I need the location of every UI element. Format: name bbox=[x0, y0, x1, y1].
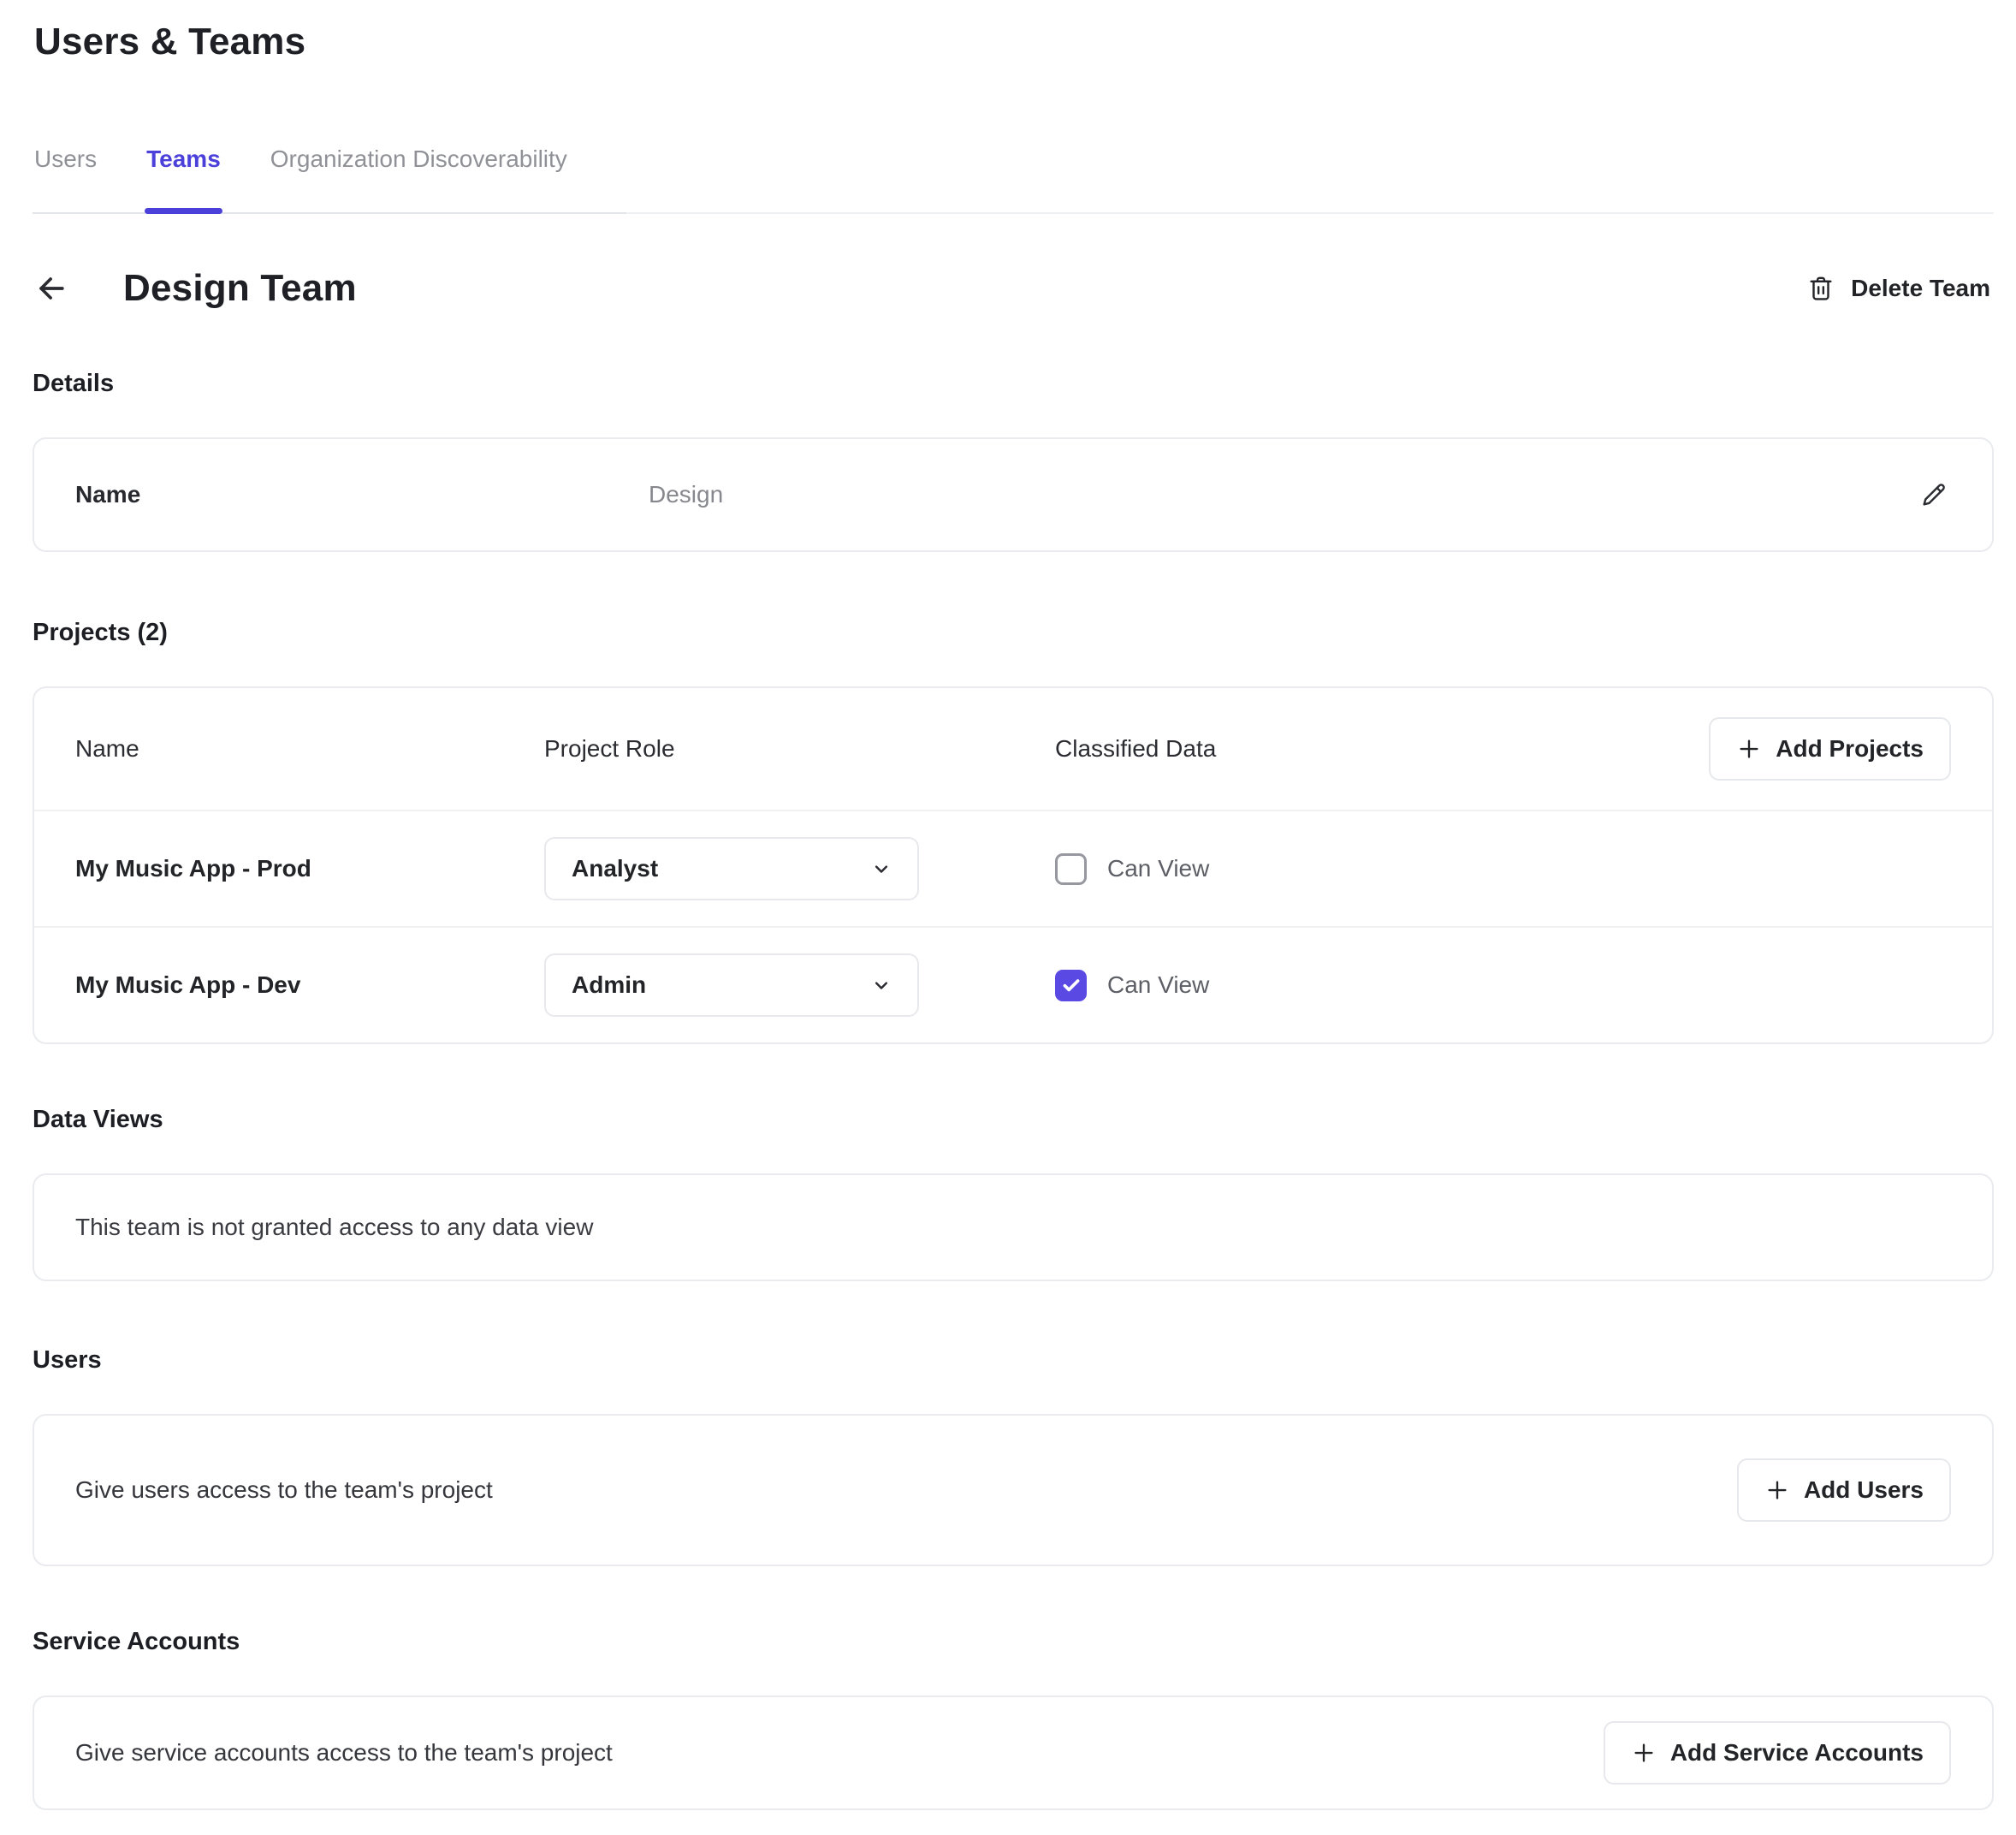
add-service-accounts-label: Add Service Accounts bbox=[1670, 1739, 1924, 1767]
project-row-dev: My Music App - Dev Admin Can View bbox=[34, 926, 1992, 1042]
edit-name-button[interactable] bbox=[1917, 478, 1951, 512]
add-users-label: Add Users bbox=[1804, 1476, 1924, 1504]
team-header: Design Team Delete Team bbox=[33, 267, 1994, 310]
tab-organization-discoverability[interactable]: Organization Discoverability bbox=[269, 145, 569, 212]
arrow-left-icon bbox=[33, 270, 70, 307]
service-accounts-card: Give service accounts access to the team… bbox=[33, 1695, 1994, 1810]
back-button[interactable] bbox=[33, 270, 70, 307]
service-accounts-heading: Service Accounts bbox=[33, 1628, 1994, 1656]
tab-bar: Users Teams Organization Discoverability bbox=[33, 145, 1994, 214]
projects-heading: Projects (2) bbox=[33, 619, 1994, 647]
data-views-heading: Data Views bbox=[33, 1106, 1994, 1134]
check-icon bbox=[1060, 974, 1082, 996]
users-empty-text: Give users access to the team's project bbox=[75, 1476, 493, 1504]
plus-icon bbox=[1736, 736, 1762, 762]
can-view-checkbox-prod[interactable] bbox=[1055, 853, 1087, 885]
column-project-role: Project Role bbox=[544, 735, 1055, 763]
users-teams-page: Users & Teams Users Teams Organization D… bbox=[0, 21, 2016, 1810]
add-projects-button[interactable]: Add Projects bbox=[1709, 717, 1951, 781]
details-heading: Details bbox=[33, 370, 1994, 398]
can-view-label: Can View bbox=[1107, 855, 1209, 882]
name-value: Design bbox=[649, 481, 1917, 508]
selected-role: Admin bbox=[572, 971, 646, 999]
projects-card: Name Project Role Classified Data Add Pr… bbox=[33, 686, 1994, 1044]
add-projects-label: Add Projects bbox=[1776, 735, 1924, 763]
name-label: Name bbox=[75, 481, 649, 508]
column-name: Name bbox=[75, 735, 544, 763]
service-accounts-empty-text: Give service accounts access to the team… bbox=[75, 1739, 613, 1767]
can-view-label: Can View bbox=[1107, 971, 1209, 999]
tab-teams[interactable]: Teams bbox=[145, 145, 222, 212]
add-users-button[interactable]: Add Users bbox=[1737, 1458, 1951, 1522]
tab-users[interactable]: Users bbox=[33, 145, 98, 212]
project-role-select-prod[interactable]: Analyst bbox=[544, 837, 919, 900]
page-title: Users & Teams bbox=[34, 21, 1994, 63]
chevron-down-icon bbox=[869, 857, 893, 881]
column-classified-data: Classified Data bbox=[1055, 735, 1709, 763]
data-views-card: This team is not granted access to any d… bbox=[33, 1173, 1994, 1281]
users-card: Give users access to the team's project … bbox=[33, 1414, 1994, 1566]
add-service-accounts-button[interactable]: Add Service Accounts bbox=[1604, 1721, 1951, 1785]
trash-icon bbox=[1806, 274, 1835, 303]
pencil-icon bbox=[1919, 480, 1948, 509]
delete-team-button[interactable]: Delete Team bbox=[1806, 274, 1990, 303]
can-view-checkbox-dev[interactable] bbox=[1055, 970, 1087, 1001]
chevron-down-icon bbox=[869, 973, 893, 997]
selected-role: Analyst bbox=[572, 855, 658, 882]
project-name: My Music App - Dev bbox=[75, 971, 544, 999]
project-name: My Music App - Prod bbox=[75, 855, 544, 882]
users-heading: Users bbox=[33, 1346, 1994, 1375]
project-role-select-dev[interactable]: Admin bbox=[544, 953, 919, 1017]
plus-icon bbox=[1631, 1740, 1657, 1766]
projects-table-header: Name Project Role Classified Data Add Pr… bbox=[34, 688, 1992, 811]
team-title: Design Team bbox=[123, 267, 357, 310]
project-row-prod: My Music App - Prod Analyst Can View bbox=[34, 811, 1992, 926]
delete-team-label: Delete Team bbox=[1851, 275, 1990, 302]
plus-icon bbox=[1764, 1477, 1790, 1503]
details-card: Name Design bbox=[33, 437, 1994, 552]
data-views-empty-text: This team is not granted access to any d… bbox=[75, 1214, 593, 1240]
